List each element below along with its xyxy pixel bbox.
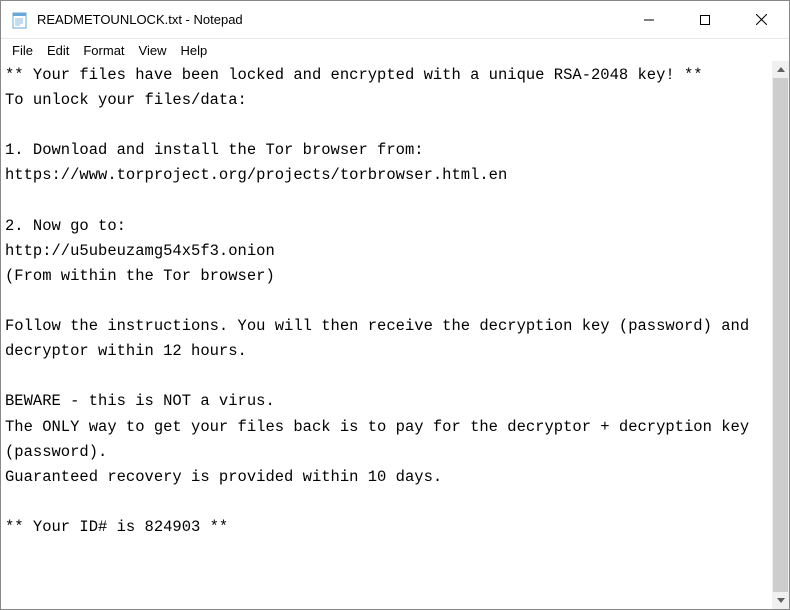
notepad-icon	[11, 10, 29, 30]
menu-help[interactable]: Help	[173, 42, 214, 59]
menu-file[interactable]: File	[5, 42, 40, 59]
scroll-up-arrow[interactable]	[772, 61, 789, 78]
window-controls	[621, 1, 789, 38]
minimize-icon	[644, 15, 654, 25]
menu-format[interactable]: Format	[76, 42, 131, 59]
scroll-track[interactable]	[772, 78, 789, 592]
titlebar[interactable]: READMETOUNLOCK.txt - Notepad	[1, 1, 789, 39]
scroll-thumb[interactable]	[773, 78, 788, 592]
maximize-button[interactable]	[677, 1, 733, 38]
close-button[interactable]	[733, 1, 789, 38]
menubar: File Edit Format View Help	[1, 39, 789, 61]
chevron-up-icon	[777, 67, 785, 72]
content-area: ** Your files have been locked and encry…	[1, 61, 789, 609]
menu-view[interactable]: View	[132, 42, 174, 59]
notepad-window: READMETOUNLOCK.txt - Notepad File E	[0, 0, 790, 610]
maximize-icon	[700, 15, 710, 25]
chevron-down-icon	[777, 598, 785, 603]
vertical-scrollbar[interactable]	[772, 61, 789, 609]
scroll-down-arrow[interactable]	[772, 592, 789, 609]
menu-edit[interactable]: Edit	[40, 42, 76, 59]
text-editor[interactable]: ** Your files have been locked and encry…	[1, 61, 772, 609]
window-title: READMETOUNLOCK.txt - Notepad	[37, 12, 621, 27]
close-icon	[756, 14, 767, 25]
minimize-button[interactable]	[621, 1, 677, 38]
